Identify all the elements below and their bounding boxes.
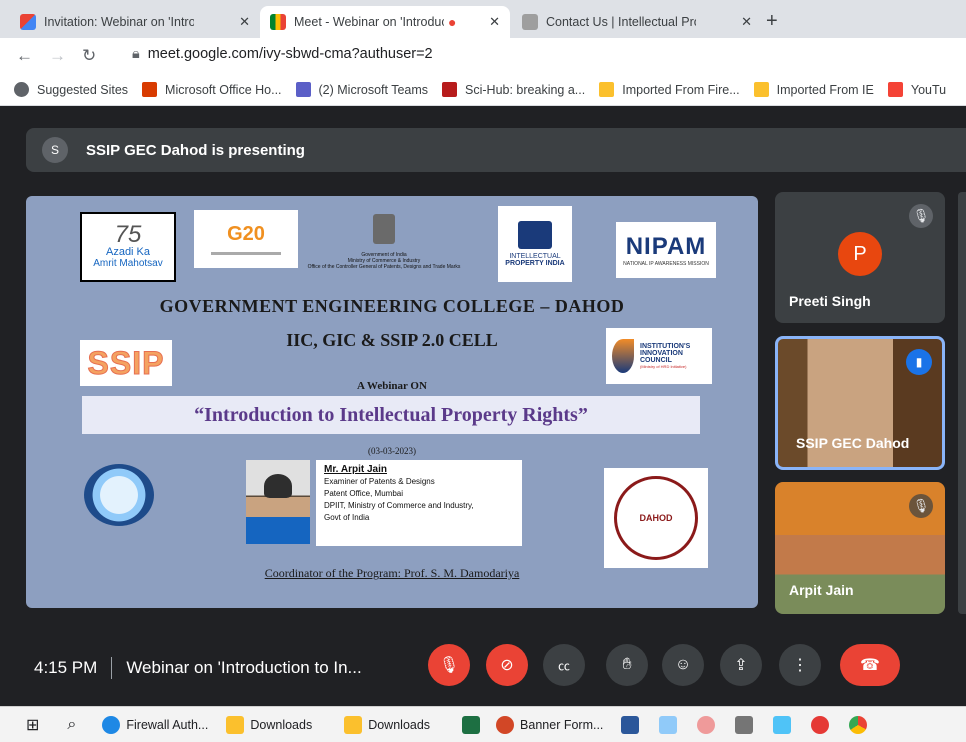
taskbar-item-banner[interactable]: Banner Form... (496, 715, 603, 734)
forward-icon[interactable]: → (49, 46, 66, 66)
address-bar: ← → ↻ 🔒︎ meet.google.com/ivy-sbwd-cma?aut… (0, 38, 966, 74)
participant-tile-arpit[interactable]: 🎙︎ Arpit Jain (775, 482, 945, 614)
close-icon[interactable]: ✕ (239, 14, 250, 30)
start-icon[interactable]: ⊞ (26, 715, 39, 735)
excel-icon[interactable] (462, 715, 486, 734)
present-button[interactable]: ⇪ (720, 644, 762, 686)
presenting-bar: S SSIP GEC Dahod is presenting (26, 128, 966, 172)
bookmark-suggested-sites[interactable]: Suggested Sites (14, 82, 128, 97)
recording-icon: ● (448, 14, 457, 30)
bookmarks-bar: Suggested Sites Microsoft Office Ho... (… (0, 74, 966, 106)
taskbar-item-downloads-2[interactable]: Downloads (344, 715, 430, 734)
bookmark-scihub[interactable]: Sci-Hub: breaking a... (442, 82, 585, 97)
chrome-icon (102, 715, 121, 734)
snipping-icon[interactable] (697, 715, 721, 734)
gec-dahod-seal: DAHOD (604, 468, 708, 568)
speaking-indicator-icon: ▮ (906, 349, 932, 375)
chrome-taskbar-icon[interactable] (849, 715, 873, 734)
powerpoint-icon (496, 715, 515, 734)
participant-tile-preeti[interactable]: 🎙︎ P Preeti Singh (775, 192, 945, 323)
gmail-icon (20, 14, 36, 30)
meeting-controls: 4:15 PM Webinar on 'Introduction to In..… (0, 630, 966, 706)
webinar-on: A Webinar ON (357, 380, 427, 392)
participant-name: Preeti Singh (789, 293, 871, 309)
bookmark-youtube[interactable]: YouTu (887, 82, 946, 97)
emoji-button[interactable]: ☺ (662, 644, 704, 686)
taskbar-item-firewall[interactable]: Firewall Auth... (102, 715, 208, 734)
meeting-title: Webinar on 'Introduction to In... (126, 658, 362, 677)
url-field[interactable]: 🔒︎ meet.google.com/ivy-sbwd-cma?authuser=… (132, 46, 433, 62)
youtube-icon (887, 82, 903, 97)
webinar-date: (03-03-2023) (368, 446, 416, 456)
search-icon[interactable]: ⌕ (67, 716, 76, 734)
mic-off-icon: 🎙︎ (909, 494, 933, 518)
participant-tile-ssip[interactable]: ▮ SSIP GEC Dahod (775, 336, 945, 470)
word-icon[interactable] (621, 715, 645, 734)
coordinator-text: Coordinator of the Program: Prof. S. M. … (264, 566, 520, 580)
speaker-card: Mr. Arpit Jain Examiner of Patents & Des… (316, 460, 522, 546)
bookmark-folder-firefox[interactable]: Imported From Fire... (599, 82, 740, 97)
bookmark-teams[interactable]: (2) Microsoft Teams (295, 82, 428, 97)
globe-icon (14, 82, 29, 97)
folder-icon (599, 82, 615, 97)
presentation-slide: 75 Azadi Ka Amrit Mahotsav G20 Governmen… (26, 196, 758, 608)
control-panel-icon[interactable] (773, 715, 797, 734)
reload-icon[interactable]: ↻ (82, 46, 96, 66)
close-icon[interactable]: ✕ (741, 14, 752, 30)
mic-toggle-button[interactable]: 🎙︎ (428, 644, 470, 686)
speaker-photo (246, 460, 310, 544)
teams-icon (295, 82, 311, 97)
govt-emblem: Government of India Ministry of Commerce… (286, 204, 482, 280)
nipam-logo: NIPAM NATIONAL IP AWARENESS MISSION (616, 222, 716, 278)
back-icon[interactable]: ← (16, 46, 33, 66)
lock-icon: 🔒︎ (132, 46, 140, 62)
new-tab-icon[interactable]: + (766, 10, 778, 33)
windows-taskbar: ⊞ ⌕ Firewall Auth... Downloads Downloads… (0, 706, 966, 742)
captions-button[interactable]: ㏄ (543, 644, 585, 686)
azadi-logo: 75 Azadi Ka Amrit Mahotsav (80, 212, 176, 282)
camera-toggle-button[interactable]: ⊘ (486, 644, 528, 686)
office-icon (142, 82, 158, 97)
scihub-icon (442, 82, 458, 97)
gic-club-emblem (84, 464, 154, 526)
iic-logo: INSTITUTION'S INNOVATION COUNCIL (Minist… (606, 328, 712, 384)
participant-tile-edge (958, 192, 966, 614)
raise-hand-button[interactable]: ✋︎ (606, 644, 648, 686)
tab-ipindia[interactable]: Contact Us | Intellectual Property ✕ (512, 6, 762, 38)
calculator-icon[interactable] (735, 715, 759, 734)
meeting-time: 4:15 PM (34, 658, 98, 677)
opera-icon[interactable] (811, 715, 835, 734)
ipindia-logo: INTELLECTUAL PROPERTY INDIA (498, 206, 572, 282)
notes-icon[interactable] (659, 715, 683, 734)
folder-icon (226, 715, 245, 734)
tab-strip: Invitation: Webinar on 'Introducti ✕ Mee… (0, 0, 966, 38)
bookmark-folder-ie[interactable]: Imported From IE (753, 82, 874, 97)
folder-icon (753, 82, 769, 97)
presenter-avatar: S (42, 137, 68, 163)
ipindia-icon (522, 14, 538, 30)
tab-meet[interactable]: Meet - Webinar on 'Introduc ● ✕ (260, 6, 510, 38)
participant-name: SSIP GEC Dahod (796, 435, 910, 451)
participant-name: Arpit Jain (789, 582, 854, 598)
taskbar-item-downloads-1[interactable]: Downloads (226, 715, 312, 734)
gec-seal-emblem: DAHOD (614, 476, 698, 560)
college-title: GOVERNMENT ENGINEERING COLLEGE – DAHOD (159, 296, 625, 316)
tab-gmail[interactable]: Invitation: Webinar on 'Introducti ✕ (10, 6, 260, 38)
ip-icon (518, 221, 552, 249)
meet-stage: S SSIP GEC Dahod is presenting 75 Azadi … (0, 106, 966, 706)
topic-banner: “Introduction to Intellectual Property R… (82, 396, 700, 434)
folder-icon (344, 715, 363, 734)
close-icon[interactable]: ✕ (489, 14, 500, 30)
g20-logo: G20 (194, 210, 298, 268)
gic-club-logo (78, 460, 160, 530)
bookmark-office[interactable]: Microsoft Office Ho... (142, 82, 282, 97)
more-options-button[interactable]: ⋮ (779, 644, 821, 686)
emblem-icon (373, 214, 395, 244)
avatar: P (838, 232, 882, 276)
iic-icon (612, 339, 634, 373)
end-call-button[interactable]: ☎︎ (840, 644, 900, 686)
meet-icon (270, 14, 286, 30)
presenting-text: SSIP GEC Dahod is presenting (86, 141, 305, 159)
mic-off-icon: 🎙︎ (909, 204, 933, 228)
